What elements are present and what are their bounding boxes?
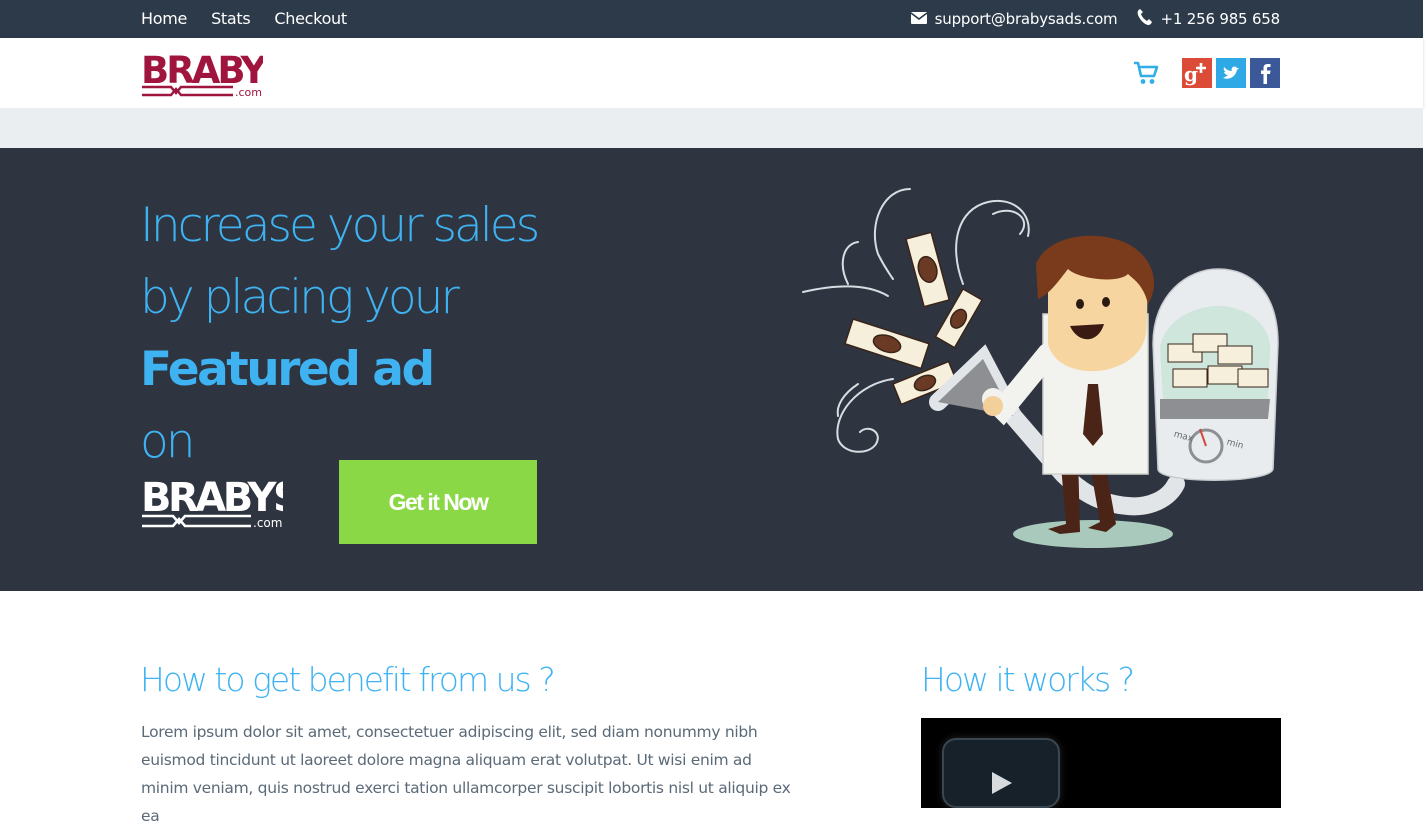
cart-icon[interactable] xyxy=(1133,60,1159,90)
video-play-button[interactable] xyxy=(942,738,1060,808)
hero-logo-suffix: .com xyxy=(253,516,282,529)
top-nav: Home Stats Checkout xyxy=(141,9,347,28)
twitter-icon[interactable] xyxy=(1216,58,1246,88)
play-icon xyxy=(992,772,1012,794)
logo-suffix: .com xyxy=(235,86,262,97)
benefit-section-title: How to get benefit from us ? xyxy=(140,660,556,699)
get-it-now-button[interactable]: Get it Now xyxy=(339,460,537,544)
nav-home-link[interactable]: Home xyxy=(141,9,187,28)
contact-info: support@brabysads.com +1 256 985 658 xyxy=(910,9,1280,29)
top-bar: Home Stats Checkout support@brabysads.co… xyxy=(0,0,1423,38)
hero-banner: Increase your sales by placing your Feat… xyxy=(0,148,1423,591)
money-vacuum-illustration: max min xyxy=(798,184,1288,558)
facebook-icon[interactable] xyxy=(1250,58,1280,88)
site-header: BRABYS .com g xyxy=(0,38,1423,108)
hero-headline: Increase your sales by placing your Feat… xyxy=(140,190,540,478)
svg-text:g: g xyxy=(1184,62,1198,86)
google-plus-icon[interactable]: g xyxy=(1182,58,1212,88)
support-email-link[interactable]: support@brabysads.com xyxy=(935,10,1118,28)
phone-icon xyxy=(1137,9,1153,29)
hero-line-1: Increase your sales xyxy=(140,198,540,253)
envelope-icon xyxy=(910,10,928,28)
nav-checkout-link[interactable]: Checkout xyxy=(274,9,347,28)
hero-logo-text: BRABYS xyxy=(141,477,283,521)
benefit-description: Lorem ipsum dolor sit amet, consectetuer… xyxy=(141,723,791,825)
header-spacer xyxy=(0,108,1423,148)
hero-line-2: by placing your xyxy=(140,270,460,325)
nav-stats-link[interactable]: Stats xyxy=(211,9,251,28)
brabys-logo[interactable]: BRABYS .com xyxy=(141,49,291,101)
social-links: g xyxy=(1182,58,1280,88)
hero-brabys-logo: BRABYS .com xyxy=(141,475,303,533)
hero-line-3: Featured ad xyxy=(140,342,435,397)
phone-number[interactable]: +1 256 985 658 xyxy=(1160,10,1280,28)
how-it-works-title: How it works ? xyxy=(921,660,1135,699)
